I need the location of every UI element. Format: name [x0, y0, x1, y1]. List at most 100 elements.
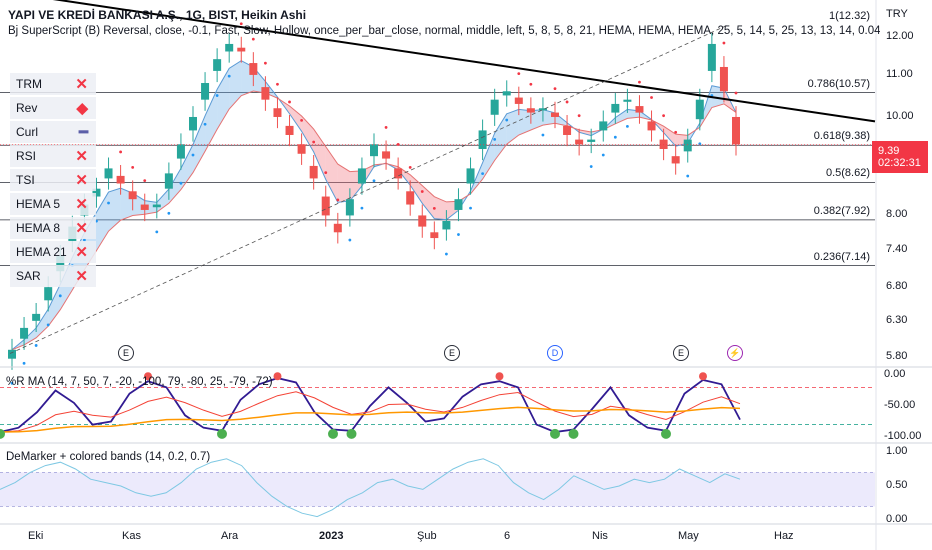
sar-dot [457, 233, 460, 236]
fib-label: 0.236(7.14) [813, 250, 870, 263]
event-earnings-icon[interactable]: E [673, 345, 689, 361]
chart-title: YAPI VE KREDİ BANKASI A.Ş., 1G, BIST, He… [8, 8, 307, 22]
sar-dot [251, 37, 255, 41]
price-tick: 12.00 [886, 29, 914, 42]
event-dividend-icon[interactable]: D [547, 345, 563, 361]
sar-dot [420, 190, 424, 193]
legend-item-trm: TRM ✕ [10, 73, 96, 95]
event-earnings-icon[interactable]: E [444, 345, 460, 361]
sar-dot [722, 41, 726, 45]
candle-body [647, 121, 656, 131]
candle-body [201, 83, 210, 100]
event-split-icon[interactable]: ⚡ [727, 345, 743, 361]
sar-dot [553, 87, 557, 91]
candle-body [563, 125, 572, 135]
fib-label: 0.786(10.57) [807, 77, 870, 90]
legend-signal-icon: ✕ [75, 171, 88, 189]
legend-label: TSI [16, 173, 35, 187]
legend-item-sar: SAR ✕ [10, 265, 96, 287]
last-price-tag: 9.39 02:32:31 [872, 141, 928, 173]
legend-signal-icon: ━ [78, 123, 88, 141]
sar-dot [203, 122, 207, 126]
legend-signal-icon: ✕ [75, 219, 88, 237]
chart-canvas[interactable] [0, 0, 932, 550]
demarker-label[interactable]: DeMarker + colored bands (14, 0.2, 0.7) [6, 451, 210, 463]
candle-body [707, 43, 716, 71]
candle-body [128, 191, 137, 200]
legend-signal-icon: ✕ [75, 267, 88, 285]
legend-item-rev: Rev ◆ [10, 97, 96, 119]
sar-dot [324, 171, 328, 175]
hema-band-segment [434, 196, 447, 220]
sar-dot [348, 238, 352, 242]
williams-r-label[interactable]: %R MA (14, 7, 50, 7, -20, -100, 79, -80,… [6, 376, 273, 388]
sar-dot [662, 114, 665, 118]
sar-dot [227, 74, 231, 78]
sar-dot [517, 72, 521, 76]
sar-dot [613, 135, 617, 139]
sar-dot [119, 150, 122, 154]
fib-levels [0, 92, 875, 267]
legend-label: HEMA 21 [16, 245, 67, 259]
pane-separators[interactable] [0, 0, 932, 550]
overbought-dot [495, 372, 504, 381]
sar-dot [191, 153, 195, 157]
candle-body [659, 139, 668, 149]
sar-dot [638, 80, 641, 84]
candle-body [44, 287, 53, 301]
candle-body [104, 168, 113, 179]
price-tick: 8.00 [886, 208, 908, 221]
legend-signal-icon: ✕ [75, 75, 88, 93]
candle-body [140, 204, 149, 210]
price-tick: 10.00 [886, 109, 914, 122]
candle-body [732, 116, 740, 145]
currency-label: TRY [886, 8, 908, 20]
legend-label: SAR [16, 269, 41, 283]
sar-dot [288, 100, 291, 104]
legend-label: Rev [16, 101, 38, 115]
candle-body [32, 313, 41, 321]
fib-label: 1(12.32) [829, 9, 870, 22]
candle-body [587, 139, 596, 142]
candle-body [575, 139, 584, 145]
candle-body [297, 144, 306, 154]
candle-body [430, 232, 439, 239]
time-tick: Haz [774, 530, 794, 542]
legend-item-rsi: RSI ✕ [10, 145, 96, 167]
legend-label: HEMA 5 [16, 197, 61, 211]
price-tick: 6.30 [886, 313, 908, 326]
sar-dot [686, 174, 690, 178]
sar-dot [601, 153, 605, 157]
legend-signal-icon: ✕ [75, 243, 88, 261]
sar-dot [565, 100, 569, 104]
candle-body [309, 165, 318, 179]
sar-dot [505, 118, 509, 122]
event-earnings-icon[interactable]: E [118, 345, 134, 361]
legend-signal-icon: ◆ [76, 99, 88, 117]
sar-dot [46, 323, 50, 327]
legend-item-hema-8: HEMA 8 ✕ [10, 217, 96, 239]
candle-body [237, 47, 246, 52]
candle-body [671, 156, 680, 164]
hema-band-segment [108, 188, 121, 232]
oversold-dot [217, 428, 227, 439]
price-tick: 6.80 [886, 280, 908, 293]
candle-body [502, 91, 511, 96]
sar-dot [107, 201, 110, 205]
oversold-dot [568, 428, 579, 439]
indicator-settings[interactable]: Bj SuperScript (B) Reversal, close, -0.1… [8, 25, 880, 37]
sar-dot [469, 206, 472, 210]
overbought-dot [273, 372, 282, 381]
candle-body [176, 144, 185, 159]
candle-body [116, 175, 125, 184]
hema-band-segment [36, 309, 49, 338]
candle-body [333, 223, 342, 233]
sar-dot [529, 82, 533, 86]
time-tick: Nis [592, 530, 608, 542]
trendlines[interactable] [0, 0, 876, 354]
candle-body [152, 204, 161, 208]
sar-dot [445, 252, 448, 256]
candle-body [370, 144, 378, 157]
sar-dot [541, 133, 545, 137]
time-tick: May [678, 530, 699, 542]
